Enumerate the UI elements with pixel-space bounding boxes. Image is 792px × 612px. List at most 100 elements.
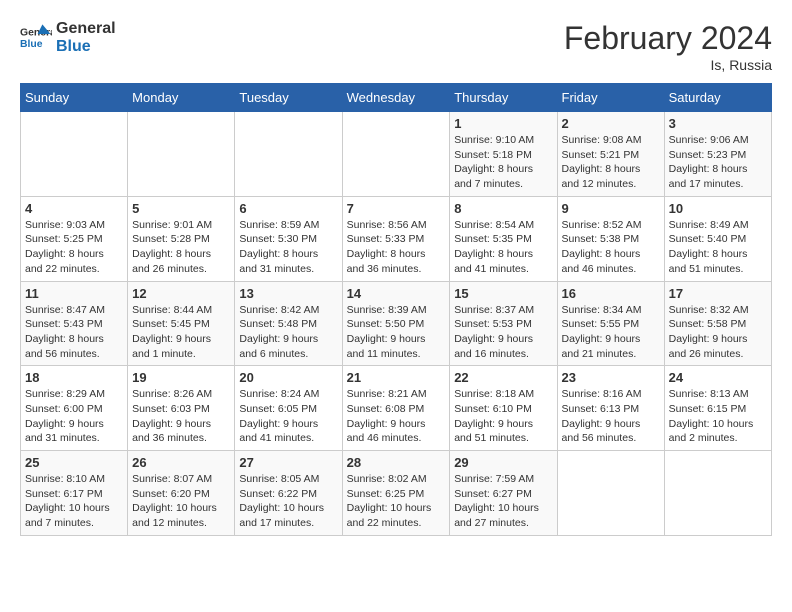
logo: General Blue General Blue <box>20 20 116 55</box>
calendar-cell: 29 Sunrise: 7:59 AM Sunset: 6:27 PM Dayli… <box>450 451 557 536</box>
calendar-cell: 15Sunrise: 8:37 AM Sunset: 5:53 PM Dayli… <box>450 281 557 366</box>
day-info: Sunrise: 7:59 AM Sunset: 6:27 PM Dayligh… <box>454 472 552 531</box>
day-number: 1 <box>454 116 552 131</box>
calendar-week-row: 1Sunrise: 9:10 AM Sunset: 5:18 PM Daylig… <box>21 112 772 197</box>
day-number: 20 <box>239 370 337 385</box>
logo-general-text: General <box>56 20 116 38</box>
calendar-cell: 25Sunrise: 8:10 AM Sunset: 6:17 PM Dayli… <box>21 451 128 536</box>
day-info: Sunrise: 8:29 AM Sunset: 6:00 PM Dayligh… <box>25 387 123 446</box>
day-info: Sunrise: 8:59 AM Sunset: 5:30 PM Dayligh… <box>239 218 337 277</box>
calendar-cell: 14 Sunrise: 8:39 AM Sunset: 5:50 PM Dayli… <box>342 281 450 366</box>
svg-text:Blue: Blue <box>20 38 43 49</box>
day-info: Sunrise: 8:16 AM Sunset: 6:13 PM Dayligh… <box>562 387 660 446</box>
day-number: 21 <box>347 370 446 385</box>
day-number: 2 <box>562 116 660 131</box>
day-info: Sunrise: 8:02 AM Sunset: 6:25 PM Dayligh… <box>347 472 446 531</box>
calendar-cell: 5 Sunrise: 9:01 AM Sunset: 5:28 PM Daylig… <box>128 196 235 281</box>
day-number: 17 <box>669 286 767 301</box>
day-info: Sunrise: 8:47 AM Sunset: 5:43 PM Dayligh… <box>25 303 123 362</box>
calendar-cell <box>342 112 450 197</box>
day-number: 6 <box>239 201 337 216</box>
day-number: 9 <box>562 201 660 216</box>
calendar-cell: 4 Sunrise: 9:03 AM Sunset: 5:25 PM Daylig… <box>21 196 128 281</box>
calendar-cell: 12Sunrise: 8:44 AM Sunset: 5:45 PM Dayli… <box>128 281 235 366</box>
calendar-cell: 21 Sunrise: 8:21 AM Sunset: 6:08 PM Dayli… <box>342 366 450 451</box>
day-info: Sunrise: 8:26 AM Sunset: 6:03 PM Dayligh… <box>132 387 230 446</box>
day-number: 5 <box>132 201 230 216</box>
day-number: 8 <box>454 201 552 216</box>
day-number: 12 <box>132 286 230 301</box>
weekday-header-thursday: Thursday <box>450 84 557 112</box>
calendar-cell: 19 Sunrise: 8:26 AM Sunset: 6:03 PM Dayli… <box>128 366 235 451</box>
day-info: Sunrise: 8:52 AM Sunset: 5:38 PM Dayligh… <box>562 218 660 277</box>
weekday-header-sunday: Sunday <box>21 84 128 112</box>
title-block: February 2024 Is, Russia <box>564 20 772 73</box>
calendar-cell: 8 Sunrise: 8:54 AM Sunset: 5:35 PM Daylig… <box>450 196 557 281</box>
calendar-cell: 17 Sunrise: 8:32 AM Sunset: 5:58 PM Dayli… <box>664 281 771 366</box>
day-info: Sunrise: 9:06 AM Sunset: 5:23 PM Dayligh… <box>669 133 767 192</box>
day-info: Sunrise: 8:42 AM Sunset: 5:48 PM Dayligh… <box>239 303 337 362</box>
day-info: Sunrise: 8:34 AM Sunset: 5:55 PM Dayligh… <box>562 303 660 362</box>
weekday-header-saturday: Saturday <box>664 84 771 112</box>
day-number: 3 <box>669 116 767 131</box>
calendar-cell: 16 Sunrise: 8:34 AM Sunset: 5:55 PM Dayli… <box>557 281 664 366</box>
day-info: Sunrise: 8:07 AM Sunset: 6:20 PM Dayligh… <box>132 472 230 531</box>
calendar-cell <box>664 451 771 536</box>
calendar-cell: 13 Sunrise: 8:42 AM Sunset: 5:48 PM Dayli… <box>235 281 342 366</box>
day-info: Sunrise: 8:54 AM Sunset: 5:35 PM Dayligh… <box>454 218 552 277</box>
calendar-cell: 26Sunrise: 8:07 AM Sunset: 6:20 PM Dayli… <box>128 451 235 536</box>
day-number: 28 <box>347 455 446 470</box>
day-number: 29 <box>454 455 552 470</box>
calendar-cell: 24Sunrise: 8:13 AM Sunset: 6:15 PM Dayli… <box>664 366 771 451</box>
logo-icon: General Blue <box>20 24 52 52</box>
day-number: 16 <box>562 286 660 301</box>
weekday-header-monday: Monday <box>128 84 235 112</box>
day-number: 14 <box>347 286 446 301</box>
calendar-table: SundayMondayTuesdayWednesdayThursdayFrid… <box>20 83 772 536</box>
location: Is, Russia <box>564 57 772 73</box>
day-info: Sunrise: 8:49 AM Sunset: 5:40 PM Dayligh… <box>669 218 767 277</box>
day-number: 19 <box>132 370 230 385</box>
day-number: 18 <box>25 370 123 385</box>
day-info: Sunrise: 8:32 AM Sunset: 5:58 PM Dayligh… <box>669 303 767 362</box>
calendar-cell: 11 Sunrise: 8:47 AM Sunset: 5:43 PM Dayli… <box>21 281 128 366</box>
day-info: Sunrise: 8:21 AM Sunset: 6:08 PM Dayligh… <box>347 387 446 446</box>
day-info: Sunrise: 8:13 AM Sunset: 6:15 PM Dayligh… <box>669 387 767 446</box>
calendar-week-row: 25Sunrise: 8:10 AM Sunset: 6:17 PM Dayli… <box>21 451 772 536</box>
day-info: Sunrise: 8:56 AM Sunset: 5:33 PM Dayligh… <box>347 218 446 277</box>
day-number: 27 <box>239 455 337 470</box>
day-info: Sunrise: 8:24 AM Sunset: 6:05 PM Dayligh… <box>239 387 337 446</box>
day-info: Sunrise: 9:08 AM Sunset: 5:21 PM Dayligh… <box>562 133 660 192</box>
day-number: 11 <box>25 286 123 301</box>
calendar-cell: 28 Sunrise: 8:02 AM Sunset: 6:25 PM Dayli… <box>342 451 450 536</box>
calendar-week-row: 11 Sunrise: 8:47 AM Sunset: 5:43 PM Dayli… <box>21 281 772 366</box>
calendar-cell <box>557 451 664 536</box>
calendar-week-row: 4 Sunrise: 9:03 AM Sunset: 5:25 PM Daylig… <box>21 196 772 281</box>
calendar-cell: 10 Sunrise: 8:49 AM Sunset: 5:40 PM Dayli… <box>664 196 771 281</box>
day-info: Sunrise: 9:03 AM Sunset: 5:25 PM Dayligh… <box>25 218 123 277</box>
day-info: Sunrise: 9:01 AM Sunset: 5:28 PM Dayligh… <box>132 218 230 277</box>
calendar-cell: 9 Sunrise: 8:52 AM Sunset: 5:38 PM Daylig… <box>557 196 664 281</box>
day-number: 15 <box>454 286 552 301</box>
day-info: Sunrise: 8:05 AM Sunset: 6:22 PM Dayligh… <box>239 472 337 531</box>
month-title: February 2024 <box>564 20 772 57</box>
calendar-cell <box>128 112 235 197</box>
day-info: Sunrise: 8:10 AM Sunset: 6:17 PM Dayligh… <box>25 472 123 531</box>
calendar-cell: 6 Sunrise: 8:59 AM Sunset: 5:30 PM Daylig… <box>235 196 342 281</box>
calendar-cell <box>235 112 342 197</box>
day-number: 4 <box>25 201 123 216</box>
logo-blue-text: Blue <box>56 38 116 56</box>
weekday-header-row: SundayMondayTuesdayWednesdayThursdayFrid… <box>21 84 772 112</box>
weekday-header-wednesday: Wednesday <box>342 84 450 112</box>
calendar-cell: 23Sunrise: 8:16 AM Sunset: 6:13 PM Dayli… <box>557 366 664 451</box>
day-number: 13 <box>239 286 337 301</box>
calendar-cell: 27 Sunrise: 8:05 AM Sunset: 6:22 PM Dayli… <box>235 451 342 536</box>
day-number: 10 <box>669 201 767 216</box>
calendar-cell: 2 Sunrise: 9:08 AM Sunset: 5:21 PM Daylig… <box>557 112 664 197</box>
weekday-header-friday: Friday <box>557 84 664 112</box>
page-header: General Blue General Blue February 2024 … <box>20 20 772 73</box>
day-info: Sunrise: 8:39 AM Sunset: 5:50 PM Dayligh… <box>347 303 446 362</box>
day-number: 22 <box>454 370 552 385</box>
calendar-cell: 22Sunrise: 8:18 AM Sunset: 6:10 PM Dayli… <box>450 366 557 451</box>
calendar-cell: 18 Sunrise: 8:29 AM Sunset: 6:00 PM Dayli… <box>21 366 128 451</box>
